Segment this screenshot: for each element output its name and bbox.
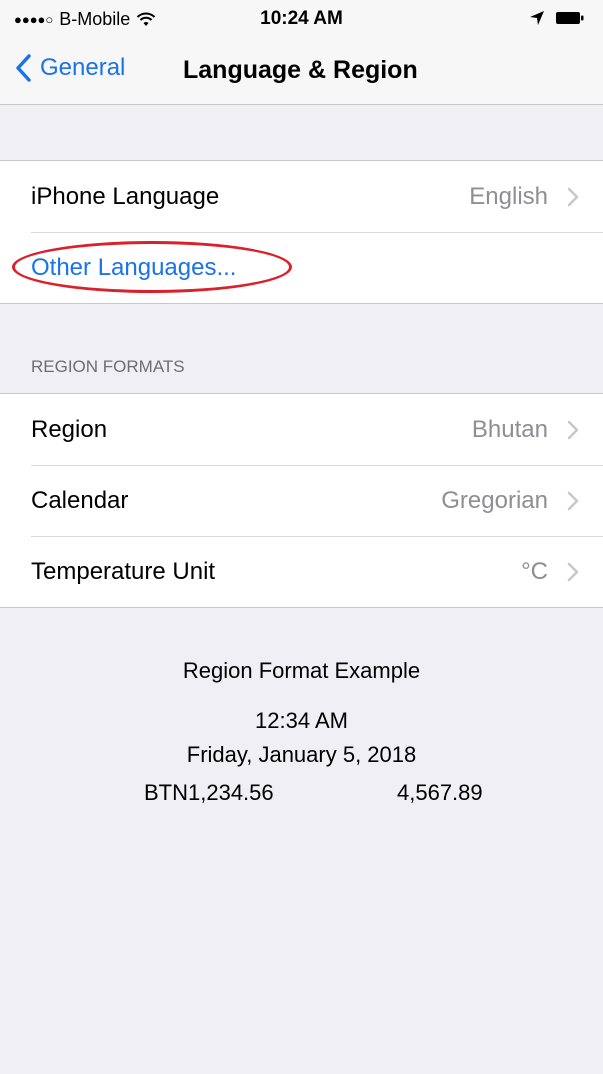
status-time: 10:24 AM (260, 8, 343, 29)
example-currency: BTN1,234.56 (144, 780, 274, 805)
status-bar: ●●●●○ B-Mobile 10:24 AM (0, 0, 603, 38)
location-icon (530, 11, 544, 25)
status-right (529, 10, 585, 26)
iphone-language-row[interactable]: iPhone Language English (0, 161, 603, 232)
chevron-left-icon (16, 54, 31, 82)
chevron-right-icon (567, 491, 579, 510)
region-formats-group: Region Bhutan Calendar Gregorian Tempera… (0, 393, 603, 608)
example-time: 12:34 AM (255, 708, 348, 733)
calendar-row[interactable]: Calendar Gregorian (0, 465, 603, 536)
temperature-unit-value: °C (521, 557, 548, 585)
page-title: Language & Region (183, 56, 418, 84)
battery-icon (556, 12, 584, 24)
temperature-unit-label: Temperature Unit (31, 557, 216, 585)
region-label: Region (31, 415, 108, 443)
iphone-language-label: iPhone Language (31, 182, 220, 210)
back-button[interactable]: General (14, 53, 125, 83)
calendar-value: Gregorian (441, 486, 548, 514)
other-languages-row[interactable]: Other Languages... (0, 232, 603, 303)
region-row[interactable]: Region Bhutan (0, 394, 603, 465)
example-date: Friday, January 5, 2018 (186, 742, 417, 767)
highlight-ellipse (12, 241, 292, 293)
back-button-label: General (40, 54, 126, 81)
chevron-right-icon (567, 187, 579, 206)
chevron-right-icon (567, 562, 579, 581)
language-group: iPhone Language English Other Languages.… (0, 160, 603, 304)
temperature-unit-row[interactable]: Temperature Unit °C (0, 536, 603, 607)
chevron-right-icon (567, 420, 579, 439)
region-value: Bhutan (471, 415, 548, 443)
iphone-language-value: English (469, 182, 548, 210)
section-header-region-formats: REGION FORMATS (31, 357, 185, 376)
example-number: 4,567.89 (397, 780, 483, 805)
navigation-bar: General Language & Region (0, 38, 603, 105)
calendar-label: Calendar (31, 486, 129, 514)
example-title: Region Format Example (182, 658, 421, 683)
